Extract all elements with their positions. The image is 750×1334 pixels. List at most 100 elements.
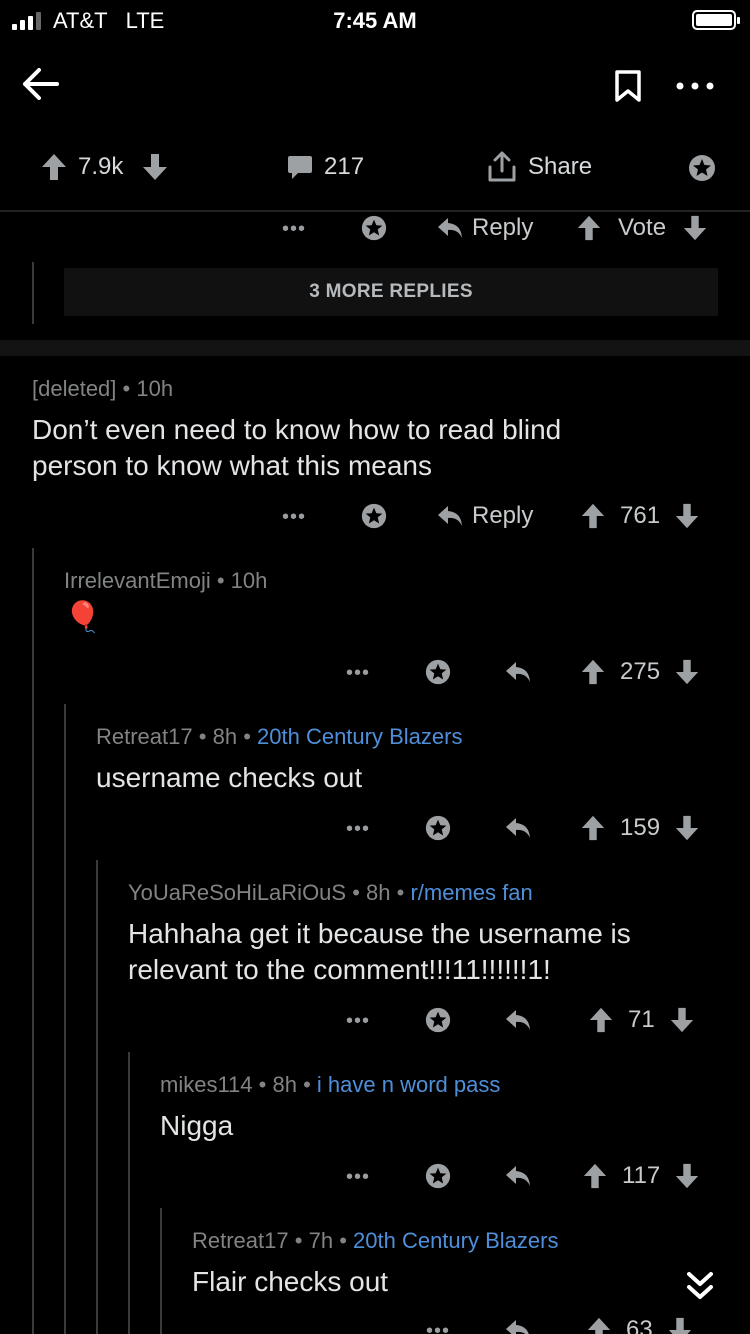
comment-actions: ••• 71: [0, 1002, 750, 1042]
user-flair: r/memes fan: [410, 880, 533, 905]
vote-group: 761: [580, 502, 700, 530]
more-icon[interactable]: •••: [346, 818, 370, 841]
top-nav-bar: [0, 44, 750, 124]
comment-score: 761: [620, 502, 661, 529]
vote-group: 275: [580, 658, 700, 686]
more-icon[interactable]: •••: [346, 1166, 370, 1189]
vote-group: 63: [586, 1316, 693, 1334]
reply-icon: [438, 506, 462, 526]
thread-line: [32, 262, 34, 324]
more-icon[interactable]: •••: [346, 1010, 370, 1033]
chevron-double-down-icon[interactable]: [682, 1268, 718, 1304]
downvote-icon[interactable]: [141, 152, 169, 182]
section-divider: [0, 340, 750, 356]
comment-body: Hahhaha get it because the username is r…: [128, 918, 631, 985]
downvote-icon[interactable]: [674, 502, 700, 530]
comment-author[interactable]: YoUaReSoHiLaRiOuS: [128, 880, 346, 905]
comment-author[interactable]: [deleted]: [32, 376, 116, 401]
downvote-icon[interactable]: [674, 658, 700, 686]
reply-icon: [506, 1166, 530, 1186]
reply-button[interactable]: [504, 660, 532, 684]
comment-body: username checks out: [96, 762, 363, 793]
downvote-icon[interactable]: [674, 814, 700, 842]
share-button[interactable]: Share: [486, 151, 592, 183]
comment-count: 217: [324, 153, 365, 180]
bookmark-icon[interactable]: [606, 64, 650, 108]
share-icon: [488, 151, 516, 182]
downvote-icon[interactable]: [667, 1316, 693, 1334]
more-icon[interactable]: •••: [282, 506, 306, 529]
upvote-icon[interactable]: [582, 1162, 608, 1190]
upvote-icon[interactable]: [580, 502, 606, 530]
award-icon[interactable]: [424, 1162, 452, 1190]
reply-button[interactable]: [504, 1008, 532, 1032]
comment-actions: ••• 63: [0, 1312, 750, 1334]
downvote-icon[interactable]: [674, 1162, 700, 1190]
comment-score: 275: [620, 658, 661, 685]
upvote-icon[interactable]: [40, 152, 68, 182]
more-replies-button[interactable]: 3 MORE REPLIES: [64, 268, 718, 316]
comment-time: 8h: [366, 880, 391, 905]
comment-time: 10h: [136, 376, 174, 401]
user-flair: i have n word pass: [316, 1072, 501, 1097]
comment-author[interactable]: Retreat17: [96, 724, 193, 749]
upvote-icon[interactable]: [580, 814, 606, 842]
upvote-icon[interactable]: [586, 1316, 612, 1334]
reply-icon: [506, 1320, 529, 1334]
comment-actions: ••• 117: [0, 1158, 750, 1198]
upvote-icon[interactable]: [576, 214, 602, 242]
parent-comment-actions: ••• Reply Vote: [0, 210, 750, 250]
vote-group: 117: [582, 1162, 700, 1190]
award-icon[interactable]: [360, 502, 388, 530]
comment-score: 63: [626, 1316, 653, 1334]
reply-button[interactable]: [504, 816, 532, 840]
comment-time: 8h: [212, 724, 238, 749]
reply-button[interactable]: Reply: [436, 214, 533, 242]
comment-score: 117: [622, 1162, 661, 1189]
more-icon[interactable]: •••: [346, 662, 370, 685]
thread-line: [96, 860, 98, 1334]
comment-time: 10h: [230, 568, 268, 593]
clock: 7:45 AM: [333, 8, 417, 33]
award-icon[interactable]: [360, 214, 388, 242]
comment-score: 159: [620, 814, 661, 841]
comment-author[interactable]: IrrelevantEmoji: [64, 568, 211, 593]
comment-body: Don’t even need to know how to read blin…: [32, 414, 562, 481]
comment-score: 71: [628, 1006, 655, 1033]
downvote-icon[interactable]: [669, 1006, 695, 1034]
upvote-icon[interactable]: [588, 1006, 614, 1034]
award-icon[interactable]: [424, 658, 452, 686]
more-options-icon[interactable]: [670, 64, 720, 108]
user-flair: 20th Century Blazers: [353, 1228, 559, 1253]
comment-body: 🎈: [64, 601, 102, 634]
back-arrow-icon[interactable]: [18, 62, 62, 106]
comment-meta: Retreat17 • 7h • 20th Century Blazers: [192, 1228, 559, 1253]
user-flair: 20th Century Blazers: [257, 724, 463, 749]
reply-icon: [506, 662, 530, 682]
status-bar: AT&T LTE 7:45 AM: [0, 0, 750, 44]
battery-icon: [692, 10, 740, 30]
upvote-icon[interactable]: [580, 658, 606, 686]
award-icon[interactable]: [686, 152, 718, 184]
reply-button[interactable]: Reply: [436, 502, 533, 530]
post-comments-group[interactable]: 217: [286, 153, 364, 181]
more-icon[interactable]: •••: [282, 218, 306, 241]
comment-time: 8h: [272, 1072, 297, 1097]
share-label: Share: [528, 153, 593, 180]
award-icon[interactable]: [424, 814, 452, 842]
vote-group: Vote: [576, 214, 708, 242]
reply-icon: [438, 218, 462, 238]
award-icon[interactable]: [424, 1006, 452, 1034]
comment-author[interactable]: mikes114: [160, 1072, 253, 1097]
more-icon[interactable]: •••: [426, 1320, 450, 1334]
comment-meta: YoUaReSoHiLaRiOuS • 8h • r/memes fan: [128, 880, 533, 905]
post-action-bar: 7.9k 217 Share: [0, 124, 750, 212]
reply-button[interactable]: [504, 1318, 532, 1334]
reply-button[interactable]: [504, 1164, 532, 1188]
reply-label: Reply: [472, 214, 534, 241]
comment-meta: Retreat17 • 8h • 20th Century Blazers: [96, 724, 463, 749]
comment-meta: IrrelevantEmoji • 10h: [64, 568, 268, 593]
downvote-icon[interactable]: [682, 214, 708, 242]
comment-author[interactable]: Retreat17: [192, 1228, 289, 1253]
comment-actions: ••• 275: [0, 654, 750, 694]
